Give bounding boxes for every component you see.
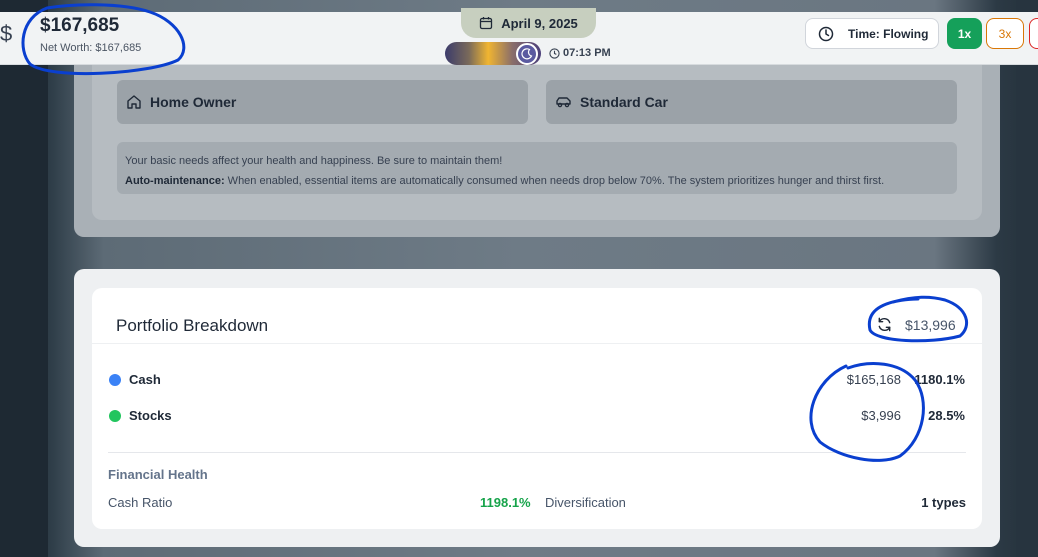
portfolio-total: $13,996 <box>876 316 956 333</box>
home-owner-label: Home Owner <box>150 94 237 110</box>
net-worth-label: Net Worth: $167,685 <box>40 42 142 54</box>
auto-maintenance-label: Auto-maintenance: <box>125 175 225 187</box>
cash-ratio-value: 1198.1% <box>480 495 531 510</box>
standard-car-label: Standard Car <box>580 94 668 110</box>
cash-dot <box>109 374 121 386</box>
speed-3x-button[interactable]: 3x <box>986 18 1024 49</box>
portfolio-header-divider <box>92 343 982 344</box>
row-value: $165,168 <box>846 372 901 387</box>
date-display: April 9, 2025 <box>461 8 596 38</box>
clock-icon <box>549 47 560 59</box>
left-backdrop <box>0 0 48 557</box>
needs-info-box: Your basic needs affect your health and … <box>117 142 957 194</box>
top-header: $ $167,685 Net Worth: $167,685 April 9, … <box>0 8 1038 65</box>
clock-time: 07:13 PM <box>549 47 611 59</box>
diversification-label: Diversification <box>545 495 626 510</box>
date-text: April 9, 2025 <box>501 15 578 31</box>
portfolio-row-stocks: Stocks $3,996 28.5% <box>108 406 968 426</box>
time-mode-label: Time: Flowing <box>848 26 929 41</box>
row-percent: 28.5% <box>928 408 965 423</box>
dollar-icon: $ <box>0 21 13 46</box>
calendar-icon <box>479 16 493 30</box>
standard-car-asset: Standard Car <box>546 80 957 124</box>
row-percent: 1180.1% <box>914 372 965 387</box>
auto-maintenance-line: Auto-maintenance: When enabled, essentia… <box>125 171 949 191</box>
stocks-dot <box>109 410 121 422</box>
moon-icon <box>516 43 538 65</box>
time-mode-button[interactable]: Time: Flowing <box>805 18 939 49</box>
home-icon <box>126 94 142 110</box>
row-value: $3,996 <box>861 408 901 423</box>
portfolio-title: Portfolio Breakdown <box>116 316 269 335</box>
financial-health-title: Financial Health <box>108 467 208 482</box>
net-worth-value: $167,685 <box>40 15 120 36</box>
portfolio-total-value: $13,996 <box>905 316 956 333</box>
cash-ratio-label: Cash Ratio <box>108 495 173 510</box>
time-text: 07:13 PM <box>563 47 611 59</box>
refresh-icon[interactable] <box>876 316 893 333</box>
auto-maintenance-text: When enabled, essential items are automa… <box>224 175 885 187</box>
portfolio-row-cash: Cash $165,168 1180.1% <box>108 370 968 390</box>
home-owner-asset: Home Owner <box>117 80 528 124</box>
diversification-value: 1 types <box>921 495 966 510</box>
clock-icon <box>818 26 834 42</box>
speed-1x-button[interactable]: 1x <box>947 18 982 49</box>
speed-next-button[interactable] <box>1029 18 1038 49</box>
needs-info-line: Your basic needs affect your health and … <box>125 155 503 167</box>
financial-health-divider <box>108 452 966 453</box>
row-name: Stocks <box>129 408 172 423</box>
row-name: Cash <box>129 372 161 387</box>
car-icon <box>555 95 572 109</box>
right-backdrop <box>1016 0 1038 557</box>
